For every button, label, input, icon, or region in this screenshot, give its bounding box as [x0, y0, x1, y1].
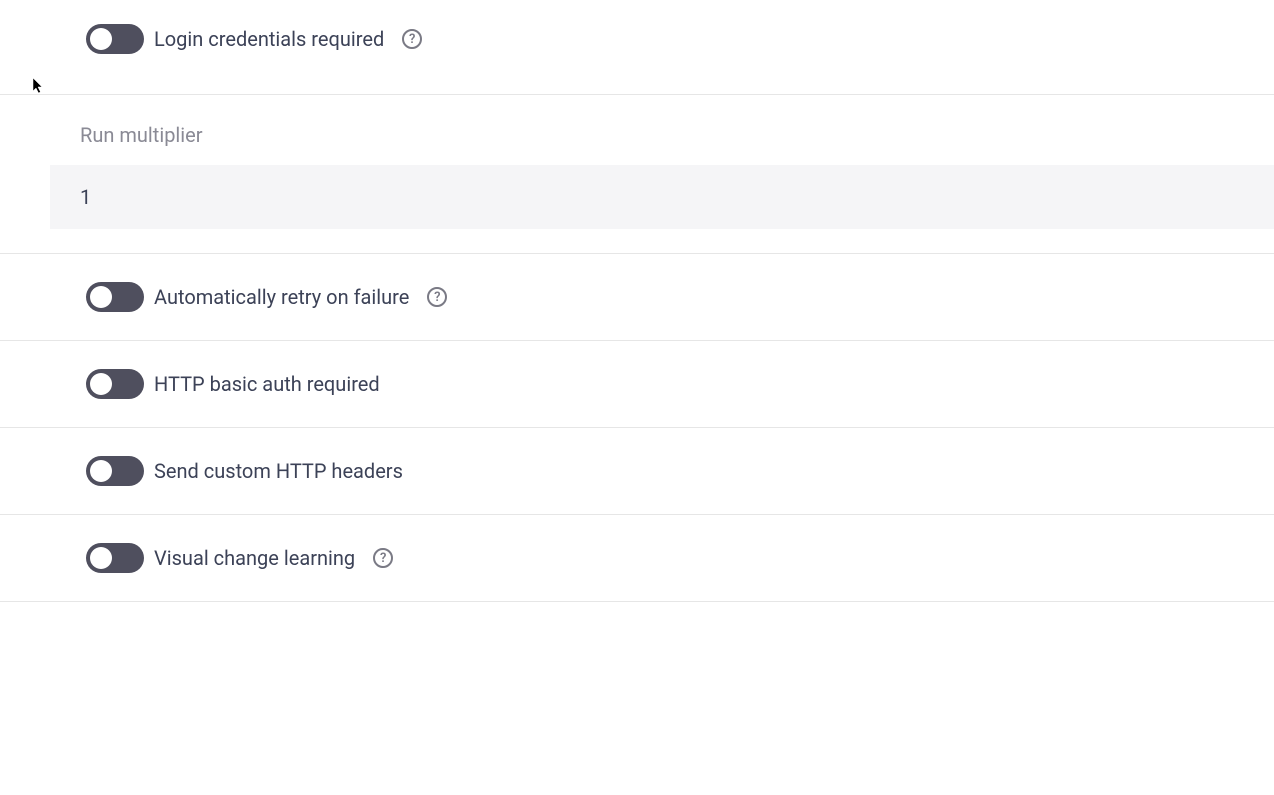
toggle-knob [90, 547, 112, 569]
auto-retry-toggle[interactable] [86, 282, 144, 312]
custom-headers-label: Send custom HTTP headers [154, 459, 403, 483]
visual-learning-toggle[interactable] [86, 543, 144, 573]
http-basic-auth-toggle[interactable] [86, 369, 144, 399]
run-multiplier-input[interactable] [50, 165, 1274, 229]
toggle-knob [90, 28, 112, 50]
auto-retry-label: Automatically retry on failure [154, 285, 409, 309]
login-credentials-toggle[interactable] [86, 24, 144, 54]
help-icon[interactable]: ? [427, 287, 447, 307]
toggle-knob [90, 286, 112, 308]
http-basic-auth-label: HTTP basic auth required [154, 372, 380, 396]
login-credentials-label: Login credentials required [154, 27, 384, 51]
help-icon[interactable]: ? [373, 548, 393, 568]
custom-headers-toggle[interactable] [86, 456, 144, 486]
toggle-knob [90, 460, 112, 482]
toggle-knob [90, 373, 112, 395]
visual-learning-label: Visual change learning [154, 546, 355, 570]
run-multiplier-label: Run multiplier [50, 95, 1274, 165]
help-icon[interactable]: ? [402, 29, 422, 49]
